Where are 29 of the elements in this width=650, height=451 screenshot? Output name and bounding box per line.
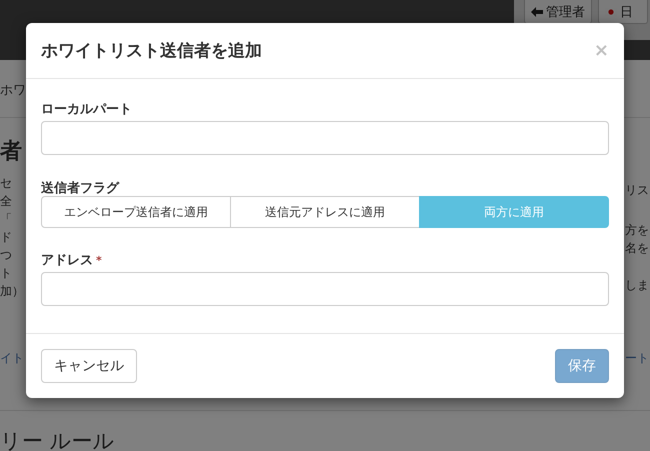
toggle-option[interactable]: エンベロープ送信者に適用 [41, 196, 231, 228]
paragraph-text: しま [625, 277, 649, 294]
paragraph-text: 名を [625, 240, 649, 257]
paragraph-text: 「 [0, 211, 13, 228]
paragraph-text: ト [0, 265, 13, 282]
field-label: アドレス [41, 252, 93, 269]
paragraph-text: セ [0, 175, 13, 192]
text-link[interactable]: ート [625, 349, 649, 367]
dialog-title: ホワイトリスト送信者を追加 [41, 40, 262, 62]
field-label: ローカルパート [41, 101, 132, 118]
paragraph-text: 加） [0, 283, 24, 300]
header-button[interactable]: 管理者 [524, 0, 592, 24]
input-field[interactable] [41, 272, 609, 306]
paragraph-text: リス [625, 182, 649, 199]
cancel-button[interactable]: キャンセル [41, 349, 137, 383]
required-mark: * [96, 254, 102, 266]
breadcrumb-text: ホワ [0, 82, 26, 98]
input-field[interactable] [41, 121, 609, 155]
text-link[interactable]: イト [0, 349, 24, 367]
section-heading: リー ルール [0, 428, 115, 451]
field-label: 送信者フラグ [41, 180, 119, 197]
paragraph-text: 方を [625, 222, 649, 239]
page-heading: 者 [0, 138, 22, 166]
paragraph-text: 全 [0, 193, 13, 210]
paragraph-text: つ [0, 247, 13, 264]
header-button[interactable]: 日 [598, 0, 648, 24]
paragraph-text: ド [0, 229, 13, 246]
arrow-left-icon [531, 6, 543, 16]
toggle-option[interactable]: 送信元アドレスに適用 [230, 196, 420, 228]
